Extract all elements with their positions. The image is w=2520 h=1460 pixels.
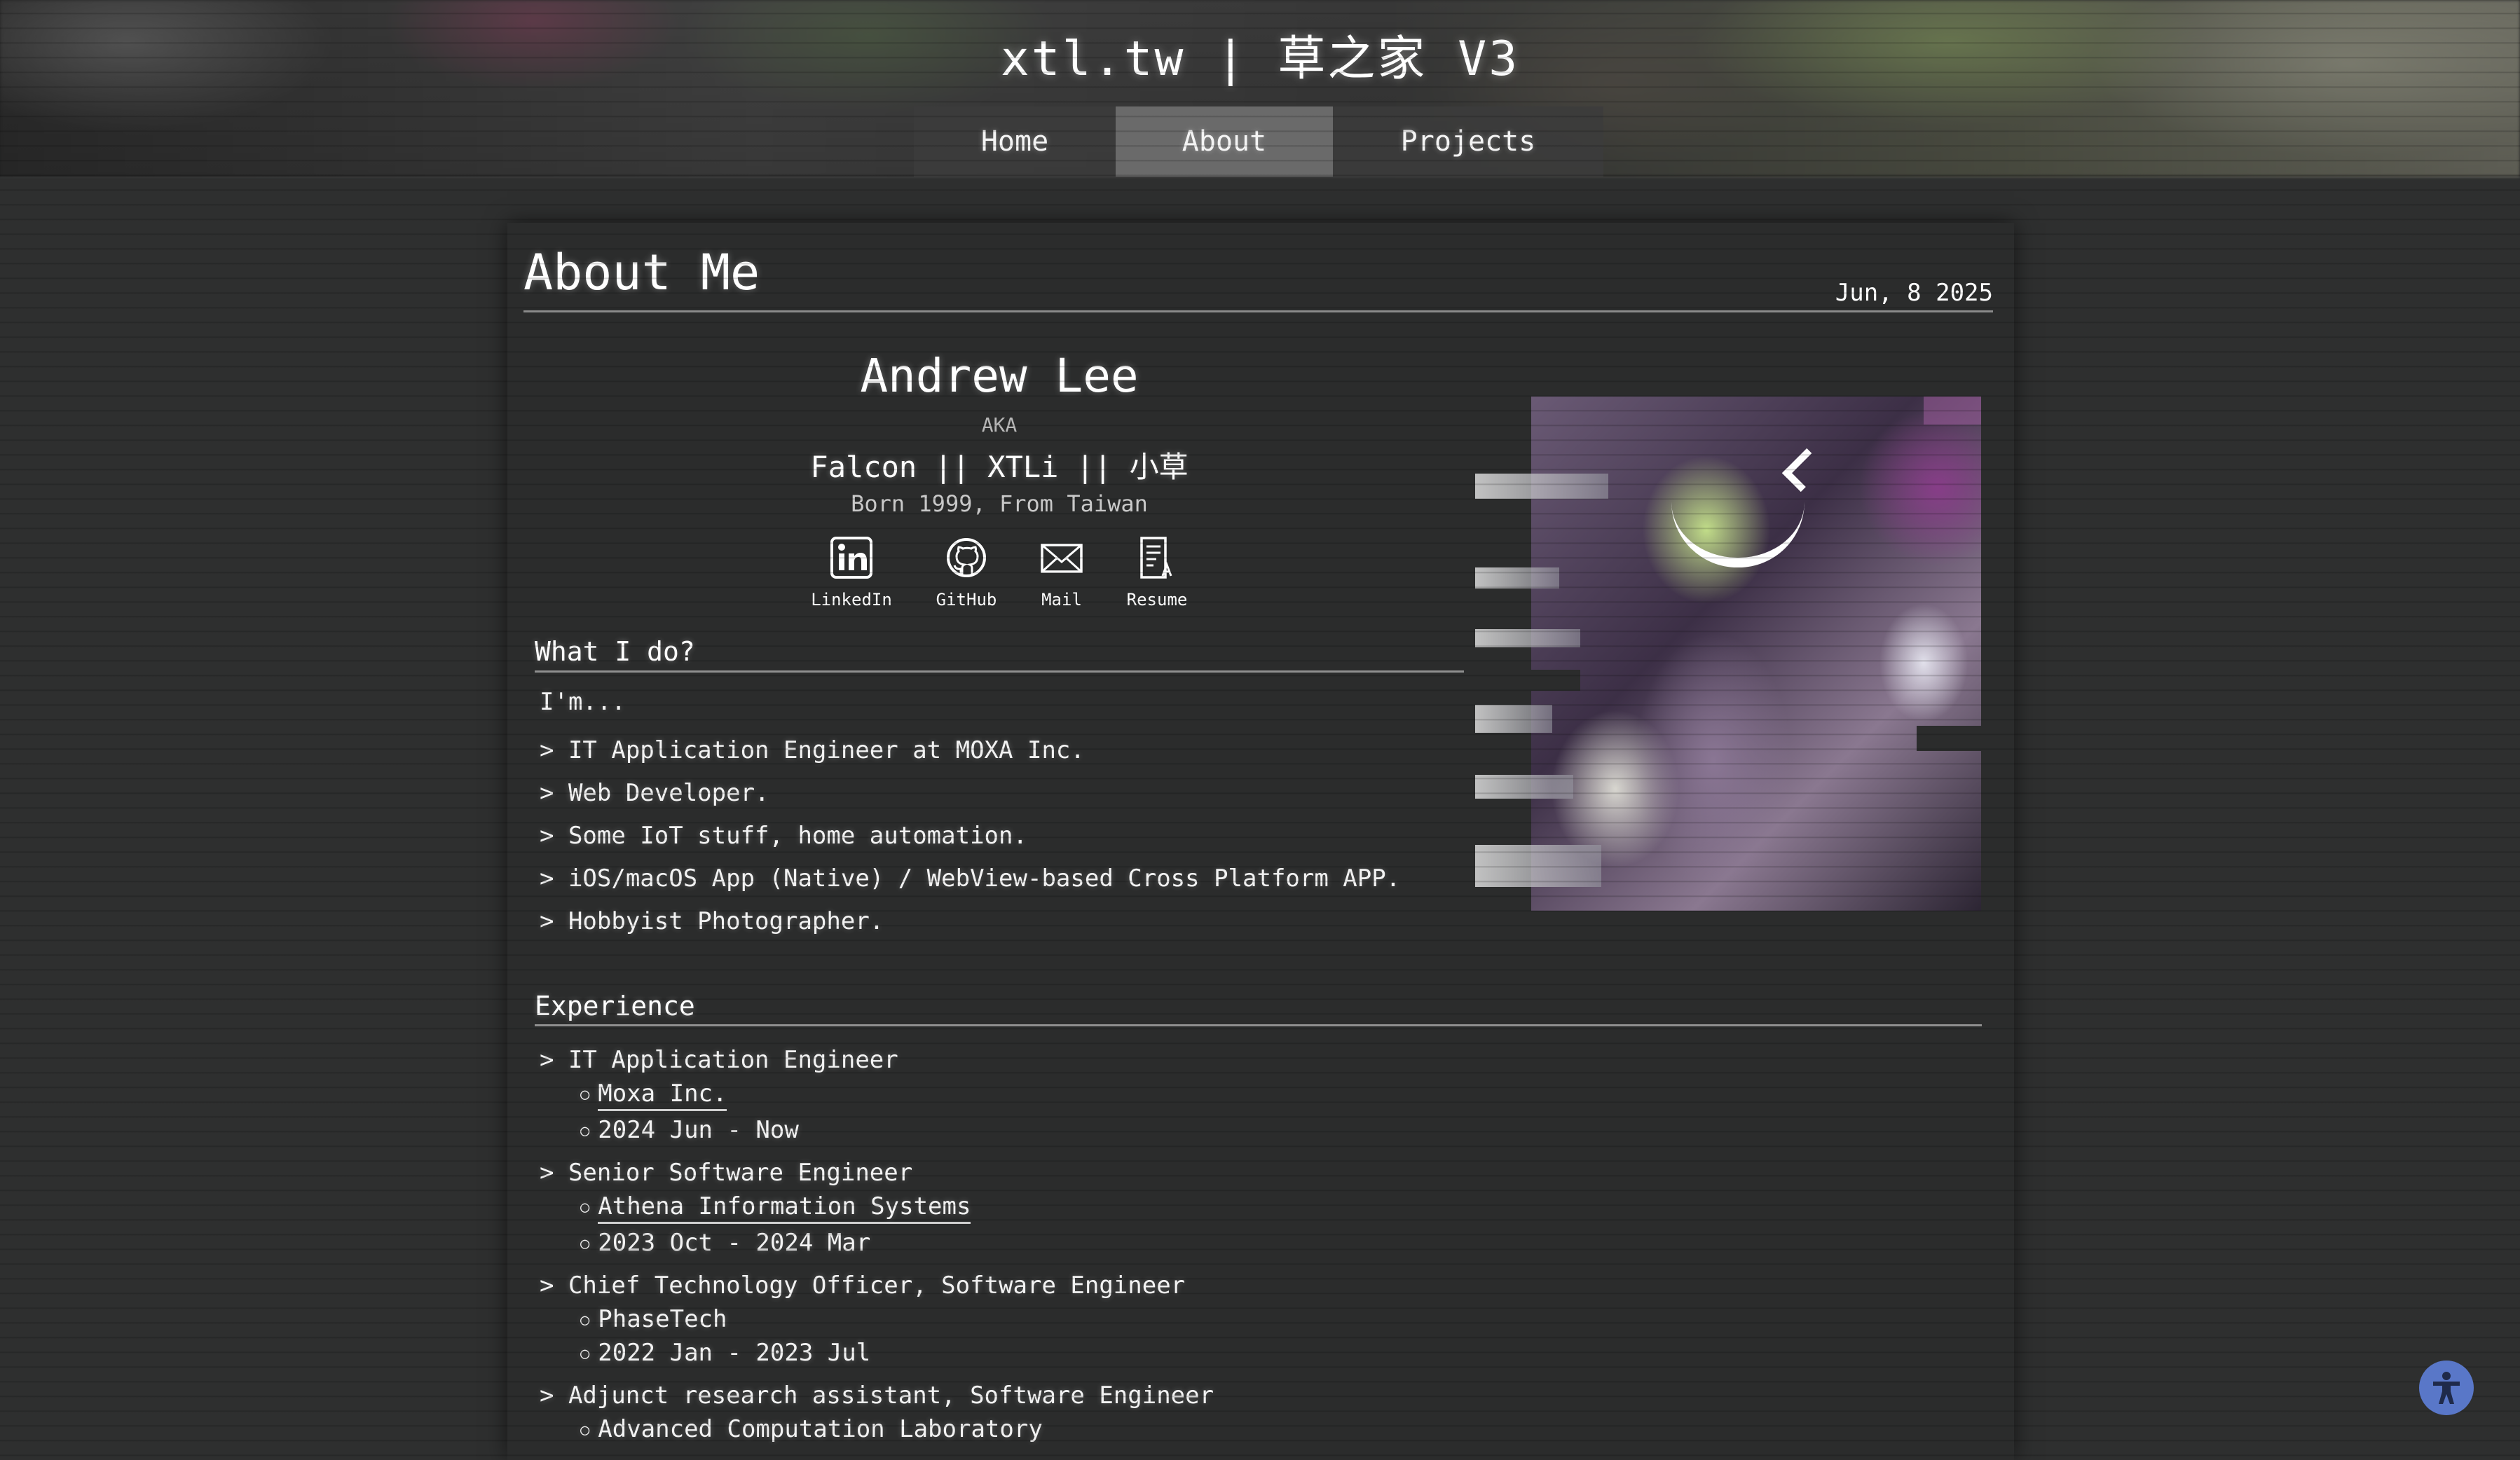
nav-projects[interactable]: Projects xyxy=(1333,106,1603,177)
github-icon xyxy=(947,538,986,577)
experience-role: > IT Application Engineer xyxy=(540,1046,898,1074)
resume-label: Resume xyxy=(1126,590,1188,610)
mail-label: Mail xyxy=(1041,590,1082,610)
experience-org: ○ Moxa Inc. xyxy=(580,1080,727,1111)
accessibility-icon xyxy=(2433,1372,2460,1404)
list-item: > Hobbyist Photographer. xyxy=(540,907,884,935)
experience-role: > Chief Technology Officer, Software Eng… xyxy=(540,1272,1186,1300)
main-nav: Home About Projects xyxy=(914,106,1603,177)
page-title: About Me xyxy=(523,244,760,301)
linkedin-link[interactable]: LinkedIn xyxy=(806,535,897,610)
resume-icon xyxy=(1140,537,1172,579)
github-label: GitHub xyxy=(936,590,997,610)
experience-role: > Senior Software Engineer xyxy=(540,1159,913,1187)
profile-aliases: Falcon || XTLi || 小草 xyxy=(810,450,1189,484)
what-i-do-intro: I'm... xyxy=(540,688,626,716)
what-i-do-divider xyxy=(535,670,1464,673)
linkedin-icon xyxy=(830,537,872,579)
nav-home[interactable]: Home xyxy=(914,106,1116,177)
linkedin-label: LinkedIn xyxy=(811,590,892,610)
experience-heading: Experience xyxy=(535,991,695,1021)
what-i-do-heading: What I do? xyxy=(535,636,695,667)
experience-org: ○ PhaseTech xyxy=(580,1305,727,1333)
experience-org-link[interactable]: Athena Information Systems xyxy=(598,1192,971,1224)
list-item: > Web Developer. xyxy=(540,779,769,807)
experience-org: ○ Advanced Computation Laboratory xyxy=(580,1415,1043,1443)
experience-period: ○ 2024 Jun - Now xyxy=(580,1116,799,1144)
profile-name: Andrew Lee xyxy=(860,349,1139,403)
nav-about[interactable]: About xyxy=(1116,106,1333,177)
resume-link[interactable]: Resume xyxy=(1111,535,1203,610)
profile-aka: AKA xyxy=(981,413,1018,436)
github-link[interactable]: GitHub xyxy=(921,535,1012,610)
profile-photo xyxy=(1475,397,1981,911)
experience-org-link[interactable]: Moxa Inc. xyxy=(598,1080,727,1111)
page-date: Jun, 8 2025 xyxy=(1835,279,1993,307)
mail-link[interactable]: Mail xyxy=(1016,535,1107,610)
experience-org: ○ Athena Information Systems xyxy=(580,1192,971,1224)
mail-icon xyxy=(1041,544,1083,573)
profile-born: Born 1999, From Taiwan xyxy=(851,490,1148,517)
list-item: > IT Application Engineer at MOXA Inc. xyxy=(540,736,1085,764)
accessibility-button[interactable] xyxy=(2419,1361,2474,1415)
site-title[interactable]: xtl.tw | 草之家 V3 xyxy=(0,20,2520,89)
experience-period: ○ 2022 Jan - 2023 Jul xyxy=(580,1339,871,1367)
title-divider xyxy=(523,310,1993,312)
experience-divider xyxy=(535,1024,1982,1026)
list-item: > iOS/macOS App (Native) / WebView-based… xyxy=(540,865,1401,893)
experience-role: > Adjunct research assistant, Software E… xyxy=(540,1382,1214,1410)
experience-period: ○ 2023 Oct - 2024 Mar xyxy=(580,1229,871,1257)
list-item: > Some IoT stuff, home automation. xyxy=(540,822,1027,850)
